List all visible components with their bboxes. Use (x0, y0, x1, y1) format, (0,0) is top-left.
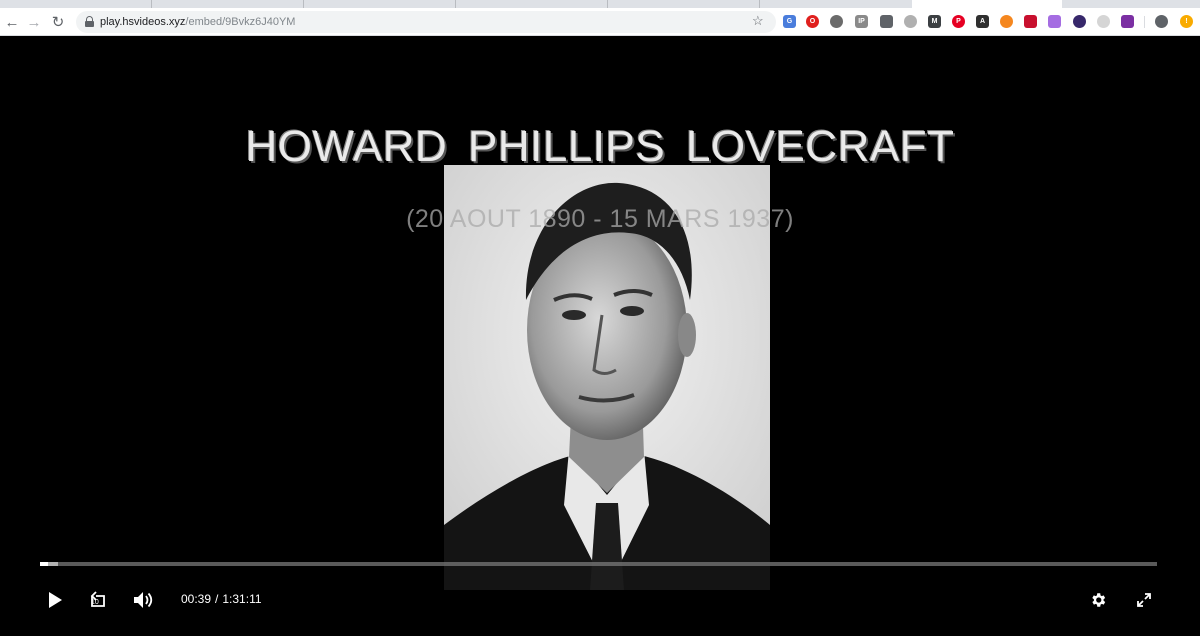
browser-tab[interactable] (608, 0, 760, 8)
video-player[interactable]: HOWARD PHILLIPS LOVECRAFT (20 AOUT 1890 … (0, 37, 1200, 636)
frame-extension-icon[interactable] (1121, 15, 1134, 28)
grey-circle-extension-icon[interactable] (904, 15, 917, 28)
dark-circle-extension-icon[interactable] (1073, 15, 1086, 28)
reload-button[interactable]: ↻ (48, 12, 68, 32)
tab-strip (0, 0, 1200, 8)
bookmark-star-icon[interactable]: ☆ (752, 13, 764, 29)
back-button[interactable]: ← (2, 12, 22, 32)
ip-extension-icon[interactable]: IP (855, 15, 868, 28)
browser-tab[interactable] (152, 0, 304, 8)
video-subtitle-overlay: (20 AOUT 1890 - 15 MARS 1937) (406, 205, 794, 233)
translate-extension-icon[interactable]: G (783, 15, 796, 28)
rewind-10-button[interactable]: 10 (86, 588, 110, 612)
active-browser-tab[interactable] (912, 0, 1062, 8)
played-progress (40, 562, 48, 566)
volume-button[interactable] (132, 589, 156, 611)
current-time: 00:39 (181, 592, 212, 606)
rewind-seconds-label: 10 (91, 599, 99, 606)
toolbar-divider (1144, 16, 1145, 28)
update-alert-icon[interactable]: ! (1180, 15, 1193, 28)
vivaldi-extension-icon[interactable] (1024, 15, 1037, 28)
address-bar[interactable]: play.hsvideos.xyz/embed/9Bvkz6J40YM ☆ (76, 11, 776, 33)
video-title-overlay: HOWARD PHILLIPS LOVECRAFT (245, 122, 955, 171)
seek-bar[interactable] (40, 562, 1157, 566)
time-separator: / (215, 592, 219, 606)
eyedropper-extension-icon[interactable] (880, 15, 893, 28)
time-display: 00:39/1:31:11 (181, 592, 262, 606)
fullscreen-button[interactable] (1133, 589, 1155, 611)
lock-icon (85, 16, 94, 27)
duration: 1:31:11 (222, 592, 262, 606)
arrow-left-icon: ← (4, 13, 20, 31)
opera-extension-icon[interactable]: O (806, 15, 819, 28)
browser-toolbar: ← → ↻ play.hsvideos.xyz/embed/9Bvkz6J40Y… (0, 8, 1200, 36)
volume-icon (134, 592, 153, 608)
fullscreen-icon (1137, 593, 1151, 607)
browser-tab[interactable] (456, 0, 608, 8)
profile-icon[interactable] (1155, 15, 1168, 28)
settings-button[interactable] (1087, 589, 1109, 611)
reload-icon: ↻ (51, 14, 65, 31)
m-extension-icon[interactable]: M (928, 15, 941, 28)
browser-tab[interactable] (304, 0, 456, 8)
a-extension-icon[interactable]: A (976, 15, 989, 28)
forward-button[interactable]: → (24, 12, 44, 32)
url-host: play.hsvideos.xyz (100, 16, 186, 28)
purple-extension-icon[interactable] (1048, 15, 1061, 28)
play-icon (49, 592, 62, 608)
gear-icon (1092, 593, 1106, 607)
browser-tab[interactable] (0, 0, 152, 8)
play-button[interactable] (42, 589, 68, 611)
url-path: /embed/9Bvkz6J40YM (185, 16, 296, 28)
pinterest-extension-icon[interactable]: P (952, 15, 965, 28)
arrow-right-icon: → (26, 13, 42, 31)
orange-extension-icon[interactable] (1000, 15, 1013, 28)
url-text: play.hsvideos.xyz/embed/9Bvkz6J40YM (100, 15, 295, 29)
dice-extension-icon[interactable] (830, 15, 843, 28)
pale-extension-icon[interactable] (1097, 15, 1110, 28)
